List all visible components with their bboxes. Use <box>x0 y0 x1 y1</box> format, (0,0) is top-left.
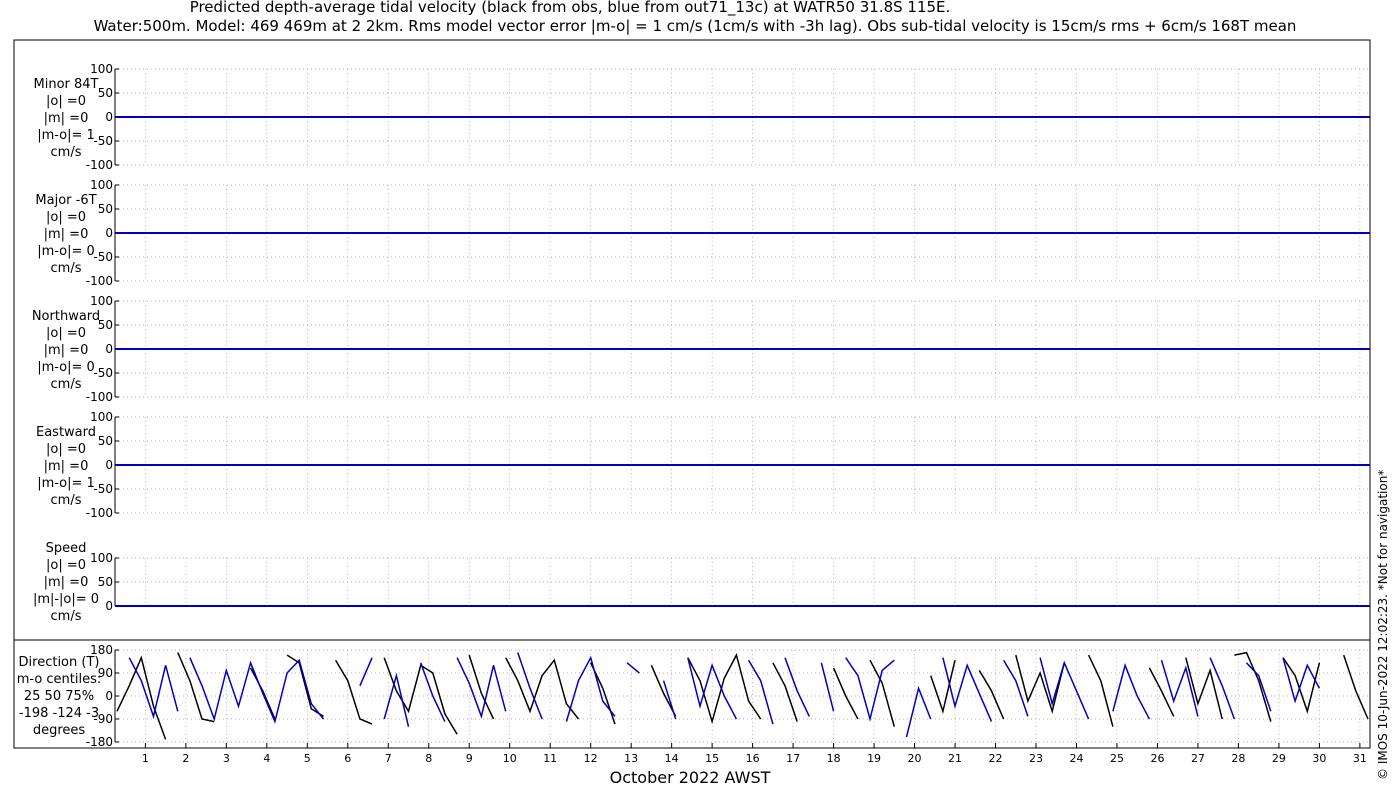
x-tick-label: 23 <box>1029 752 1043 765</box>
x-tick-label: 1 <box>142 752 149 765</box>
panel-label-line: Minor 84T <box>33 77 99 92</box>
y-tick-label: 0 <box>105 226 113 240</box>
panel-label-line: cm/s <box>50 609 82 624</box>
x-tick-label: 10 <box>503 752 517 765</box>
panel-label-line: degrees <box>32 723 86 738</box>
credit-text: © IMOS 10-Jun-2022 12:02:23. *Not for na… <box>1376 469 1390 780</box>
x-tick-label: 21 <box>948 752 962 765</box>
panel-label-line: |o| =0 <box>45 94 86 109</box>
panel-label: Speed |o| =0 |m| =0 |m|-|o|= 0 cm/s <box>26 540 106 625</box>
x-tick-label: 5 <box>304 752 311 765</box>
x-tick-label: 20 <box>908 752 922 765</box>
y-tick-label: 100 <box>90 410 113 424</box>
x-tick-label: 18 <box>827 752 841 765</box>
panel-label-line: m-o centiles: <box>16 672 102 687</box>
x-tick-label: 9 <box>466 752 473 765</box>
panel-label-line: cm/s <box>50 377 82 392</box>
x-tick-label: 22 <box>989 752 1003 765</box>
panel-label: Eastward |o| =0 |m| =0 |m-o|= 1 cm/s <box>26 424 106 509</box>
panel-label-line: |m| =0 <box>43 227 89 242</box>
panel-label-line: |m|-|o|= 0 <box>32 592 100 607</box>
x-tick-label: 4 <box>263 752 270 765</box>
x-axis-label: October 2022 AWST <box>609 768 771 787</box>
y-tick-label: 0 <box>105 110 113 124</box>
panel-label-line: |m-o|= 0 <box>37 244 95 259</box>
y-tick-label: 0 <box>105 458 113 472</box>
panel-label: Direction (T) m-o centiles: 25 50 75% -198 … <box>0 654 118 739</box>
panel-label-line: |m-o|= 1 <box>37 476 95 491</box>
panel-label-line: Eastward <box>35 425 97 440</box>
panel-label-line: |m| =0 <box>43 343 89 358</box>
x-tick-label: 3 <box>223 752 230 765</box>
x-tick-label: 14 <box>665 752 679 765</box>
x-tick-label: 8 <box>425 752 432 765</box>
x-tick-label: 2 <box>182 752 189 765</box>
y-tick-label: 0 <box>105 599 113 613</box>
panel-label-line: cm/s <box>50 261 82 276</box>
x-tick-label: 15 <box>705 752 719 765</box>
panel-label-line: |o| =0 <box>45 558 86 573</box>
plot-frame <box>13 39 1371 749</box>
x-tick-label: 25 <box>1110 752 1124 765</box>
panel-label-line: |m-o|= 1 <box>37 128 95 143</box>
panel-label-line: 25 50 75% <box>23 689 95 704</box>
panel-label-line: cm/s <box>50 145 82 160</box>
panel-label: Major -6T |o| =0 |m| =0 |m-o|= 0 cm/s <box>26 192 106 277</box>
x-tick-label: 27 <box>1191 752 1205 765</box>
x-tick-label: 11 <box>543 752 557 765</box>
x-tick-label: 28 <box>1231 752 1245 765</box>
x-tick-label: 6 <box>344 752 351 765</box>
x-tick-label: 7 <box>385 752 392 765</box>
x-tick-label: 19 <box>867 752 881 765</box>
panel-label-line: |m| =0 <box>43 459 89 474</box>
x-tick-label: 29 <box>1272 752 1286 765</box>
panel-label-line: |m| =0 <box>43 111 89 126</box>
y-tick-label: 100 <box>90 62 113 76</box>
y-tick-label: 100 <box>90 294 113 308</box>
panel-label: Northward |o| =0 |m| =0 |m-o|= 0 cm/s <box>26 308 106 393</box>
panel-label-line: cm/s <box>50 493 82 508</box>
panel-label-line: Major -6T <box>35 193 97 208</box>
panel-label: Minor 84T |o| =0 |m| =0 |m-o|= 1 cm/s <box>26 76 106 161</box>
panel-label-line: |o| =0 <box>45 442 86 457</box>
panel-label-line: |m-o|= 0 <box>37 360 95 375</box>
x-tick-label: 31 <box>1353 752 1367 765</box>
panel-label-line: -198 -124 -3 <box>18 706 100 721</box>
panel-label-line: |o| =0 <box>45 326 86 341</box>
x-tick-label: 16 <box>746 752 760 765</box>
chart-canvas: 1 2 3 4 5 6 7 8 9 10 11 12 13 14 15 16 17 18 19 20 21 22 23 24 2… <box>13 39 1371 765</box>
x-tick-label: 24 <box>1069 752 1083 765</box>
panel-label-line: Direction (T) <box>18 655 100 670</box>
x-tick-label: 26 <box>1150 752 1164 765</box>
x-tick-label: 13 <box>624 752 638 765</box>
x-tick-label: 30 <box>1312 752 1326 765</box>
y-tick-label: 100 <box>90 178 113 192</box>
x-tick-label: 12 <box>584 752 598 765</box>
panel-label-line: |o| =0 <box>45 210 86 225</box>
y-tick-label: 0 <box>105 342 113 356</box>
panel-label-line: Speed <box>45 541 87 556</box>
series-line <box>116 651 1369 740</box>
panel-label-line: |m| =0 <box>43 575 89 590</box>
panel-label-line: Northward <box>31 309 101 324</box>
x-tick-label: 17 <box>786 752 800 765</box>
